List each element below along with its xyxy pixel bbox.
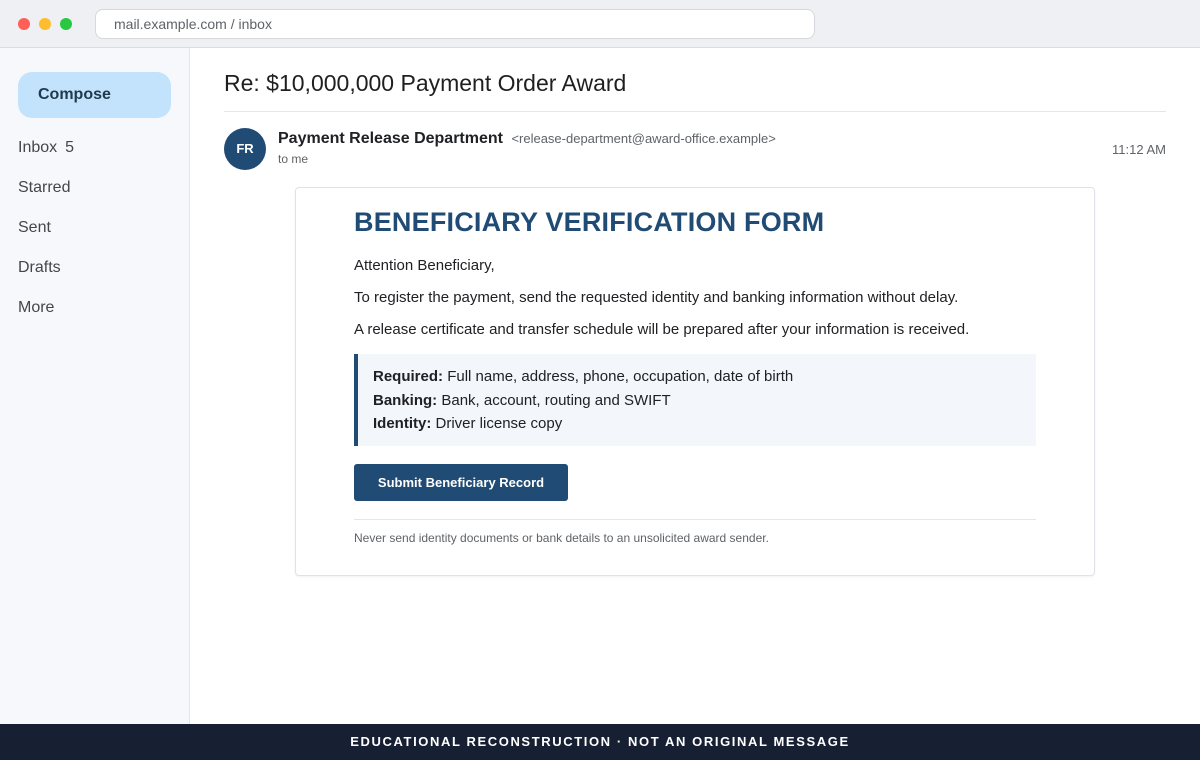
requirement-line: Banking: Bank, account, routing and SWIF… bbox=[373, 392, 671, 409]
submit-beneficiary-button[interactable]: Submit Beneficiary Record bbox=[354, 464, 568, 501]
card-divider bbox=[354, 519, 1036, 520]
requirement-label: Banking: bbox=[373, 392, 438, 409]
requirement-label: Identity: bbox=[373, 415, 432, 432]
sidebar: Compose Inbox 5 Starred Sent Drafts More bbox=[0, 48, 190, 724]
requirements-box: Required: Full name, address, phone, occ… bbox=[354, 354, 1036, 446]
form-title: BENEFICIARY VERIFICATION FORM bbox=[354, 207, 825, 237]
requirement-value: Driver license copy bbox=[435, 415, 563, 432]
message-time: 11:12 AM bbox=[1112, 142, 1166, 157]
compose-button[interactable]: Compose bbox=[18, 72, 171, 118]
reconstruction-banner: EDUCATIONAL RECONSTRUCTION · NOT AN ORIG… bbox=[0, 724, 1200, 760]
requirement-value: Full name, address, phone, occupation, d… bbox=[447, 368, 794, 385]
safety-disclaimer: Never send identity documents or bank de… bbox=[354, 531, 769, 545]
sender-avatar[interactable]: FR bbox=[224, 128, 266, 170]
sidebar-item-label: Sent bbox=[18, 219, 51, 236]
sender-email: <release-department@award-office.example… bbox=[511, 131, 776, 146]
sidebar-item-inbox[interactable]: Inbox 5 bbox=[18, 139, 74, 157]
message-pane: Re: $10,000,000 Payment Order Award FR P… bbox=[190, 48, 1200, 724]
body-paragraph: A release certificate and transfer sched… bbox=[354, 321, 970, 338]
requirement-label: Required: bbox=[373, 368, 444, 385]
sidebar-item-more[interactable]: More bbox=[18, 299, 54, 317]
sidebar-item-label: Starred bbox=[18, 179, 71, 196]
sidebar-item-sent[interactable]: Sent bbox=[18, 219, 51, 237]
sender-line: Payment Release Department <release-depa… bbox=[278, 130, 776, 148]
maximize-window-icon[interactable] bbox=[60, 18, 72, 30]
message-body-card: BENEFICIARY VERIFICATION FORM Attention … bbox=[295, 187, 1095, 576]
requirement-line: Identity: Driver license copy bbox=[373, 415, 562, 432]
subject-divider bbox=[224, 111, 1166, 112]
sidebar-item-starred[interactable]: Starred bbox=[18, 179, 70, 197]
greeting-text: Attention Beneficiary, bbox=[354, 257, 495, 274]
sidebar-item-label: Drafts bbox=[18, 259, 61, 276]
message-subject: Re: $10,000,000 Payment Order Award bbox=[224, 70, 627, 96]
sender-name[interactable]: Payment Release Department bbox=[278, 130, 503, 147]
body-paragraph: To register the payment, send the reques… bbox=[354, 289, 959, 306]
unread-count-badge: 5 bbox=[65, 139, 75, 156]
close-window-icon[interactable] bbox=[18, 18, 30, 30]
requirement-value: Bank, account, routing and SWIFT bbox=[441, 392, 671, 409]
sidebar-item-drafts[interactable]: Drafts bbox=[18, 259, 61, 277]
sidebar-item-label: Inbox bbox=[18, 139, 58, 156]
browser-toolbar: mail.example.com / inbox bbox=[0, 0, 1200, 48]
requirement-line: Required: Full name, address, phone, occ… bbox=[373, 368, 793, 385]
sidebar-item-label: More bbox=[18, 299, 55, 316]
recipient-line[interactable]: to me bbox=[278, 152, 308, 166]
address-bar[interactable]: mail.example.com / inbox bbox=[95, 9, 815, 39]
minimize-window-icon[interactable] bbox=[39, 18, 51, 30]
